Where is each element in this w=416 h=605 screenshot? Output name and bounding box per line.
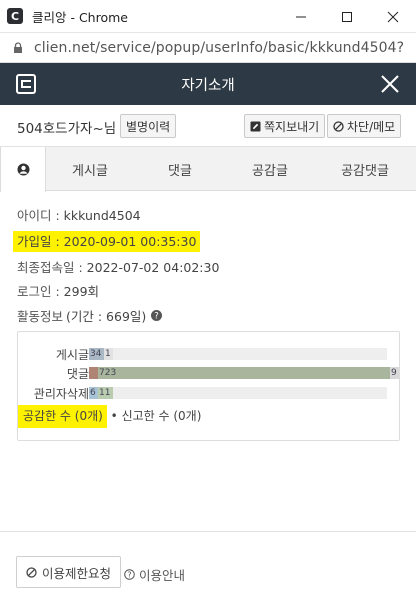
stat-bar: 34 1: [89, 348, 387, 360]
login-count-label: 로그인 :: [17, 284, 64, 299]
svg-text:?: ?: [127, 571, 131, 580]
login-count-line: 로그인 : 299회: [17, 281, 99, 300]
send-message-label: 쪽지보내기: [264, 119, 320, 134]
tab-liked-comments[interactable]: 공감댓글: [314, 147, 416, 191]
user-icon: [17, 163, 29, 176]
stat-bar: 723 9: [89, 367, 399, 379]
last-login-line: 최종접속일 : 2022-07-02 04:02:30: [17, 257, 219, 276]
restrict-request-button[interactable]: 이용제한요청: [16, 556, 121, 588]
clien-logo-icon: [16, 74, 36, 94]
block-memo-label: 차단/메모: [347, 119, 396, 134]
help-circle-icon: ?: [124, 569, 135, 580]
tab-bar: 게시글 댓글 공감글 공감댓글: [0, 147, 416, 192]
join-date-line: 가입일 : 2020-09-01 00:35:30: [13, 231, 201, 252]
url-text: clien.net/service/popup/userInfo/basic/k…: [34, 39, 405, 56]
tab-comments-label: 댓글: [168, 163, 192, 179]
alias-history-label: 별명이력: [126, 119, 171, 134]
user-id-value: kkkund4504: [63, 208, 141, 223]
stat-row-admin-deleted: 관리자삭제 6 11: [18, 386, 401, 401]
ban-icon: [26, 566, 37, 578]
ban-icon: [333, 120, 344, 132]
send-message-button[interactable]: 쪽지보내기: [244, 114, 326, 138]
close-icon: [387, 11, 399, 22]
maximize-icon: [342, 11, 352, 22]
like-report-line: 공감한 수 (0개) • 신고한 수 (0개): [18, 405, 202, 428]
pencil-icon: [250, 121, 261, 131]
user-id-line: 아이디 : kkkund4504: [17, 205, 141, 224]
window-close-button[interactable]: [370, 0, 416, 33]
tab-comments[interactable]: 댓글: [134, 147, 226, 191]
minimize-button[interactable]: [278, 0, 324, 33]
profile-row: 504호드가자~님 별명이력 쪽지보내기 차단/메모: [0, 105, 416, 147]
restrict-request-label: 이용제한요청: [41, 565, 111, 581]
stat-row-comments: 댓글 723 9: [18, 366, 401, 381]
window-title: 클리앙 - Chrome: [32, 9, 128, 25]
window-titlebar: C 클리앙 - Chrome: [0, 0, 416, 33]
divider: [0, 531, 416, 532]
stat-bar: 6 11: [89, 387, 387, 399]
join-date-value: 2020-09-01 00:35:30: [63, 234, 197, 249]
popup-header: 자기소개: [0, 63, 416, 105]
stat-label: 관리자삭제: [33, 387, 89, 401]
close-icon[interactable]: [380, 74, 400, 94]
stat-bar-segment: 723: [98, 367, 390, 379]
tab-profile[interactable]: [0, 147, 46, 192]
maximize-button[interactable]: [324, 0, 370, 33]
tab-posts-label: 게시글: [72, 163, 108, 179]
last-login-value: 2022-07-02 04:02:30: [86, 260, 220, 275]
login-count-value: 299회: [63, 284, 100, 299]
tab-posts[interactable]: 게시글: [46, 147, 134, 191]
usage-guide-label: 이용안내: [139, 568, 186, 583]
stat-bar-segment: 9: [389, 367, 399, 379]
activity-stats: 게시글 34 1 댓글 723 9 관리자삭제 6 11 공감한 수 (0개) • 신…: [17, 331, 400, 441]
nickname: 504호드가자~님: [17, 121, 117, 137]
user-id-label: 아이디 :: [17, 208, 64, 223]
stat-label: 게시글: [55, 348, 89, 362]
stat-row-posts: 게시글 34 1: [18, 347, 401, 362]
help-icon[interactable]: ?: [151, 310, 163, 321]
tab-liked-posts[interactable]: 공감글: [226, 147, 314, 191]
stat-label: 댓글: [66, 367, 89, 381]
stat-bar-segment: 34: [89, 348, 104, 360]
activity-line: 활동정보 (기간 : 669일) ?: [17, 306, 163, 325]
reported-count: 신고한 수 (0개): [121, 409, 202, 423]
address-bar[interactable]: clien.net/service/popup/userInfo/basic/k…: [0, 33, 416, 63]
tab-liked-posts-label: 공감글: [252, 163, 288, 179]
block-memo-button[interactable]: 차단/메모: [327, 114, 402, 138]
page-title: 자기소개: [181, 77, 235, 94]
lock-icon: [14, 41, 22, 53]
activity-label: 활동정보: [17, 309, 64, 324]
stat-bar-segment: 6: [89, 387, 98, 399]
alias-history-button[interactable]: 별명이력: [120, 114, 177, 138]
stat-bar-segment: [89, 367, 98, 379]
usage-guide-link[interactable]: ? 이용안내: [124, 565, 185, 584]
app-icon: C: [7, 8, 23, 24]
last-login-label: 최종접속일 :: [17, 260, 87, 275]
activity-period: (기간 : 669일): [66, 309, 147, 324]
tab-liked-comments-label: 공감댓글: [341, 163, 389, 179]
stat-bar-segment: 1: [104, 348, 113, 360]
stat-bar-segment: 11: [98, 387, 113, 399]
join-date-highlight: 가입일 : 2020-09-01 00:35:30: [13, 231, 201, 252]
minimize-icon: [296, 16, 306, 17]
join-date-label: 가입일 :: [17, 234, 64, 249]
svg-text:?: ?: [155, 312, 160, 321]
liked-count: 공감한 수 (0개): [18, 405, 107, 428]
separator: •: [110, 409, 118, 423]
